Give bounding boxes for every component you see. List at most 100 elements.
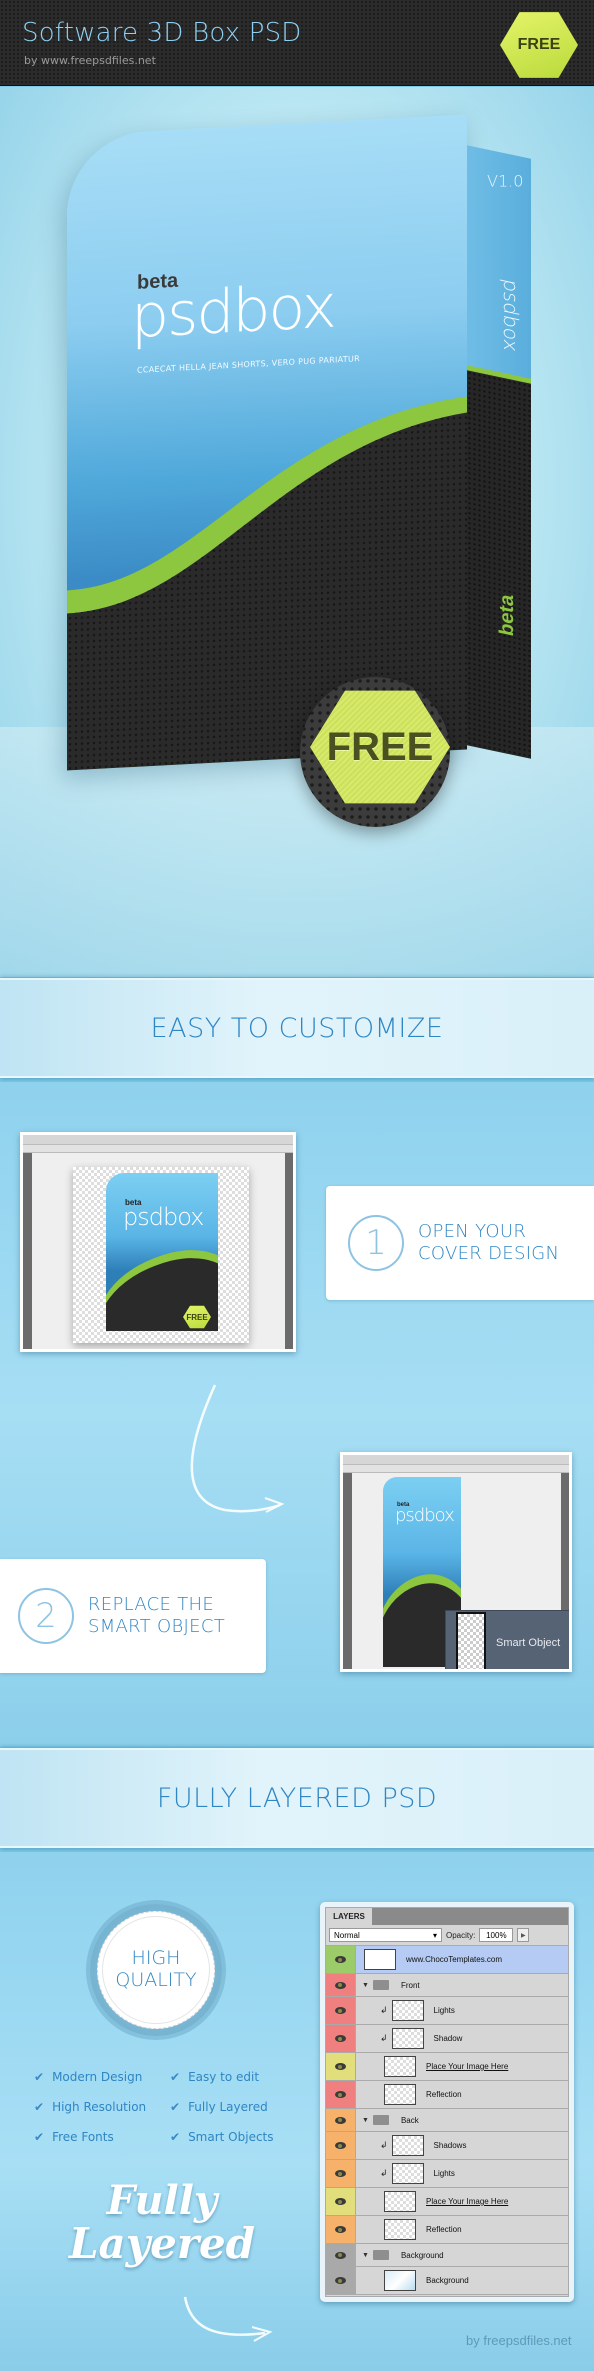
options-bar: [23, 1145, 293, 1153]
step-text-line-1: OPEN YOUR: [418, 1221, 527, 1243]
layer-row[interactable]: ▼ Background: [326, 2244, 568, 2267]
layer-thumbnail: [391, 2000, 424, 2021]
layer-row[interactable]: Background: [326, 2267, 568, 2295]
header-bar: Software 3D Box PSD by www.freepsdfiles.…: [0, 0, 594, 86]
checkmark-icon: ✔: [34, 2100, 45, 2114]
options-bar: [343, 1465, 569, 1473]
feature-item: ✔ Smart Objects: [170, 2130, 274, 2144]
header-subtitle: by www.freepsdfiles.net: [24, 54, 156, 67]
script-title-line-2: Layered: [68, 2219, 256, 2268]
visibility-toggle[interactable]: [326, 2160, 356, 2187]
visibility-toggle[interactable]: [326, 2109, 356, 2131]
section-title: EASY TO CUSTOMIZE: [150, 1012, 444, 1044]
visibility-toggle[interactable]: [326, 2216, 356, 2243]
eye-icon: [335, 2091, 346, 2098]
menu-bar: [23, 1135, 293, 1145]
layer-row[interactable]: ↲ Shadows: [326, 2132, 568, 2160]
photoshop-screenshot-cover: beta psdbox FREE: [20, 1132, 296, 1352]
eye-icon: [335, 1956, 346, 1963]
clipping-mask-icon: ↲: [380, 2005, 388, 2015]
section-banner-customize: EASY TO CUSTOMIZE: [0, 978, 594, 1078]
eye-icon: [335, 2035, 346, 2042]
checkmark-icon: ✔: [170, 2130, 181, 2144]
quality-line-2: QUALITY: [115, 1969, 197, 1991]
layer-row[interactable]: Reflection: [326, 2081, 568, 2109]
high-quality-badge: HIGH QUALITY: [97, 1911, 215, 2029]
layer-thumbnail: [391, 2135, 424, 2156]
box-front-face: beta psdbox CCAECAT HELLA JEAN SHORTS, V…: [67, 114, 467, 771]
layer-name: Reflection: [426, 2225, 462, 2234]
menu-bar: [343, 1455, 569, 1465]
folder-icon: [372, 2115, 389, 2125]
expand-triangle-icon[interactable]: ▼: [362, 1982, 369, 1989]
layer-name: www.ChocoTemplates.com: [406, 1955, 503, 1964]
side-beta-label: beta: [496, 592, 519, 639]
visibility-toggle[interactable]: [326, 1974, 356, 1996]
visibility-toggle[interactable]: [326, 2267, 356, 2294]
visibility-toggle[interactable]: [326, 2053, 356, 2080]
clipping-mask-icon: ↲: [380, 2140, 388, 2150]
layer-row[interactable]: ↲ Lights: [326, 1997, 568, 2025]
smart-object-thumbnail: [384, 2191, 416, 2212]
layers-panel: LAYERS Normal ▾ Opacity: 100% ▶ www.Choc…: [320, 1902, 574, 2302]
folder-icon: [372, 1980, 389, 1990]
layer-row[interactable]: www.ChocoTemplates.com: [326, 1946, 568, 1974]
blend-mode-select[interactable]: Normal ▾: [329, 1928, 442, 1942]
layer-row[interactable]: Place Your Image Here: [326, 2188, 568, 2216]
checkmark-icon: ✔: [34, 2130, 45, 2144]
layer-name: Place Your Image Here: [426, 2197, 509, 2206]
footer-credit: by freepsdfiles.net: [466, 2333, 572, 2348]
tab-layers[interactable]: LAYERS: [326, 1908, 372, 1925]
script-title-line-1: Fully: [106, 2177, 218, 2224]
clipping-mask-icon: ↲: [380, 2168, 388, 2178]
visibility-toggle[interactable]: [326, 2132, 356, 2159]
step-text-line-2: COVER DESIGN: [418, 1243, 560, 1264]
eye-icon: [335, 2142, 346, 2149]
page-title: Software 3D Box PSD: [22, 18, 302, 48]
smart-object-thumbnail: [456, 1612, 486, 1669]
hero-product-box: beta psdbox CCAECAT HELLA JEAN SHORTS, V…: [0, 87, 594, 977]
step-text-line-2: SMART OBJECT: [88, 1616, 225, 1637]
feature-item: ✔ Free Fonts: [34, 2130, 114, 2144]
opacity-slider-toggle[interactable]: ▶: [517, 1928, 530, 1942]
layer-name: Reflection: [426, 2090, 462, 2099]
feature-item: ✔ Easy to edit: [170, 2070, 260, 2084]
layer-name: Place Your Image Here: [426, 2062, 509, 2071]
layer-thumbnail: [364, 1949, 396, 1970]
visibility-toggle[interactable]: [326, 1997, 356, 2024]
layer-list: www.ChocoTemplates.com ▼ Front ↲ Lights ↲ Shad…: [326, 1946, 568, 2295]
version-label: V1.0: [487, 171, 524, 191]
expand-triangle-icon[interactable]: ▼: [362, 2117, 369, 2124]
layer-name: Background: [400, 2250, 444, 2260]
checkmark-icon: ✔: [34, 2070, 45, 2084]
eye-icon: [335, 2007, 346, 2014]
layer-row[interactable]: Reflection: [326, 2216, 568, 2244]
eye-icon: [335, 2226, 346, 2233]
visibility-toggle[interactable]: [326, 2025, 356, 2052]
feature-item: ✔ Modern Design: [34, 2070, 143, 2084]
opacity-input[interactable]: 100%: [479, 1928, 514, 1942]
expand-triangle-icon[interactable]: ▼: [362, 2252, 369, 2259]
visibility-toggle[interactable]: [326, 2081, 356, 2108]
quality-line-1: HIGH: [131, 1947, 181, 1970]
layer-row[interactable]: ↲ Shadow: [326, 2025, 568, 2053]
opacity-label: Opacity:: [446, 1930, 476, 1940]
layer-row[interactable]: ▼ Back: [326, 2109, 568, 2132]
layer-thumbnail: [384, 2270, 416, 2291]
layer-row[interactable]: ↲ Lights: [326, 2160, 568, 2188]
layer-name: Background: [426, 2276, 469, 2285]
cover-logo: psdbox: [131, 271, 335, 353]
mini-logo: psdbox: [395, 1505, 455, 1526]
layer-thumbnail: [384, 2084, 416, 2105]
visibility-toggle[interactable]: [326, 1946, 356, 1973]
section-banner-layered: FULLY LAYERED PSD: [0, 1748, 594, 1848]
section-title: FULLY LAYERED PSD: [156, 1782, 438, 1814]
visibility-toggle[interactable]: [326, 2244, 356, 2266]
photoshop-screenshot-smart-object: beta psdbox Smart Object: [340, 1452, 572, 1672]
eye-icon: [335, 2251, 346, 2259]
step-card-open-cover: 1 OPEN YOUR COVER DESIGN: [326, 1186, 594, 1300]
eye-icon: [335, 1981, 346, 1989]
layer-row[interactable]: ▼ Front: [326, 1974, 568, 1997]
visibility-toggle[interactable]: [326, 2188, 356, 2215]
layer-row[interactable]: Place Your Image Here: [326, 2053, 568, 2081]
